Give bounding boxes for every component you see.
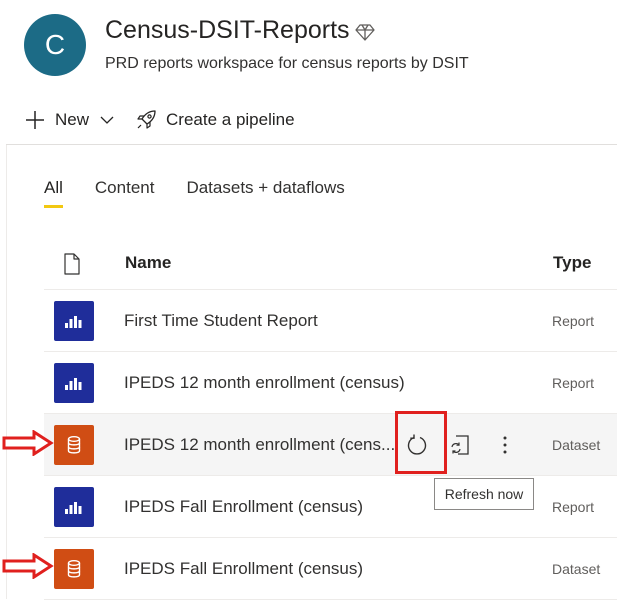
- item-type: Report: [552, 375, 595, 391]
- refresh-now-button[interactable]: [395, 423, 439, 467]
- item-name[interactable]: IPEDS 12 month enrollment (census): [124, 373, 405, 393]
- table-row[interactable]: IPEDS 12 month enrollment (cens... Datas…: [44, 414, 617, 476]
- tab-all[interactable]: All: [44, 178, 63, 208]
- item-name[interactable]: First Time Student Report: [124, 311, 318, 331]
- item-name[interactable]: IPEDS Fall Enrollment (census): [124, 559, 363, 579]
- workspace-description: PRD reports workspace for census reports…: [105, 55, 469, 72]
- more-options-button[interactable]: [483, 423, 527, 467]
- refresh-tooltip: Refresh now: [434, 478, 534, 510]
- item-type: Dataset: [552, 561, 601, 577]
- plus-icon: [26, 111, 44, 129]
- create-pipeline-label: Create a pipeline: [166, 110, 295, 129]
- rocket-icon: [137, 110, 156, 129]
- workspace-title: Census-DSIT-Reports: [105, 16, 350, 44]
- item-type: Report: [552, 499, 595, 515]
- red-arrow: [2, 430, 54, 456]
- more-options-icon: [503, 436, 507, 453]
- refresh-icon: [407, 434, 427, 455]
- schedule-refresh-button[interactable]: [439, 423, 483, 467]
- item-type: Dataset: [552, 437, 601, 453]
- new-label: New: [55, 110, 90, 129]
- document-icon: [64, 253, 80, 275]
- create-pipeline-button[interactable]: Create a pipeline: [135, 109, 295, 131]
- header-divider: [6, 144, 617, 145]
- table-row[interactable]: First Time Student Report Report: [44, 290, 617, 352]
- dataset-icon: [54, 425, 94, 465]
- content-table: Name Type First Time Student Report Repo…: [44, 236, 617, 600]
- chevron-down-icon: [100, 116, 114, 124]
- workspace-avatar: C: [24, 14, 86, 76]
- report-icon: [54, 363, 94, 403]
- schedule-refresh-icon: [451, 434, 469, 455]
- row-actions: [395, 414, 527, 475]
- tab-datasets-dataflows[interactable]: Datasets + dataflows: [186, 178, 344, 208]
- table-row[interactable]: IPEDS Fall Enrollment (census) Dataset: [44, 538, 617, 600]
- column-type-header[interactable]: Type: [553, 253, 591, 273]
- table-header: Name Type: [44, 236, 617, 290]
- content-border: [6, 145, 7, 599]
- new-button[interactable]: New: [24, 109, 115, 131]
- diamond-icon: [355, 24, 375, 41]
- red-arrow: [2, 553, 54, 579]
- column-name-header[interactable]: Name: [125, 253, 171, 273]
- dataset-icon: [54, 549, 94, 589]
- item-type: Report: [552, 313, 595, 329]
- item-name[interactable]: IPEDS Fall Enrollment (census): [124, 497, 363, 517]
- report-icon: [54, 301, 94, 341]
- content-tabs: All Content Datasets + dataflows: [44, 178, 377, 208]
- workspace-header: C Census-DSIT-Reports PRD reports worksp…: [0, 0, 617, 145]
- tab-content[interactable]: Content: [95, 178, 155, 208]
- item-name[interactable]: IPEDS 12 month enrollment (cens...: [124, 435, 396, 455]
- toolbar: New Create a pipeline: [24, 108, 295, 132]
- table-row[interactable]: IPEDS 12 month enrollment (census) Repor…: [44, 352, 617, 414]
- report-icon: [54, 487, 94, 527]
